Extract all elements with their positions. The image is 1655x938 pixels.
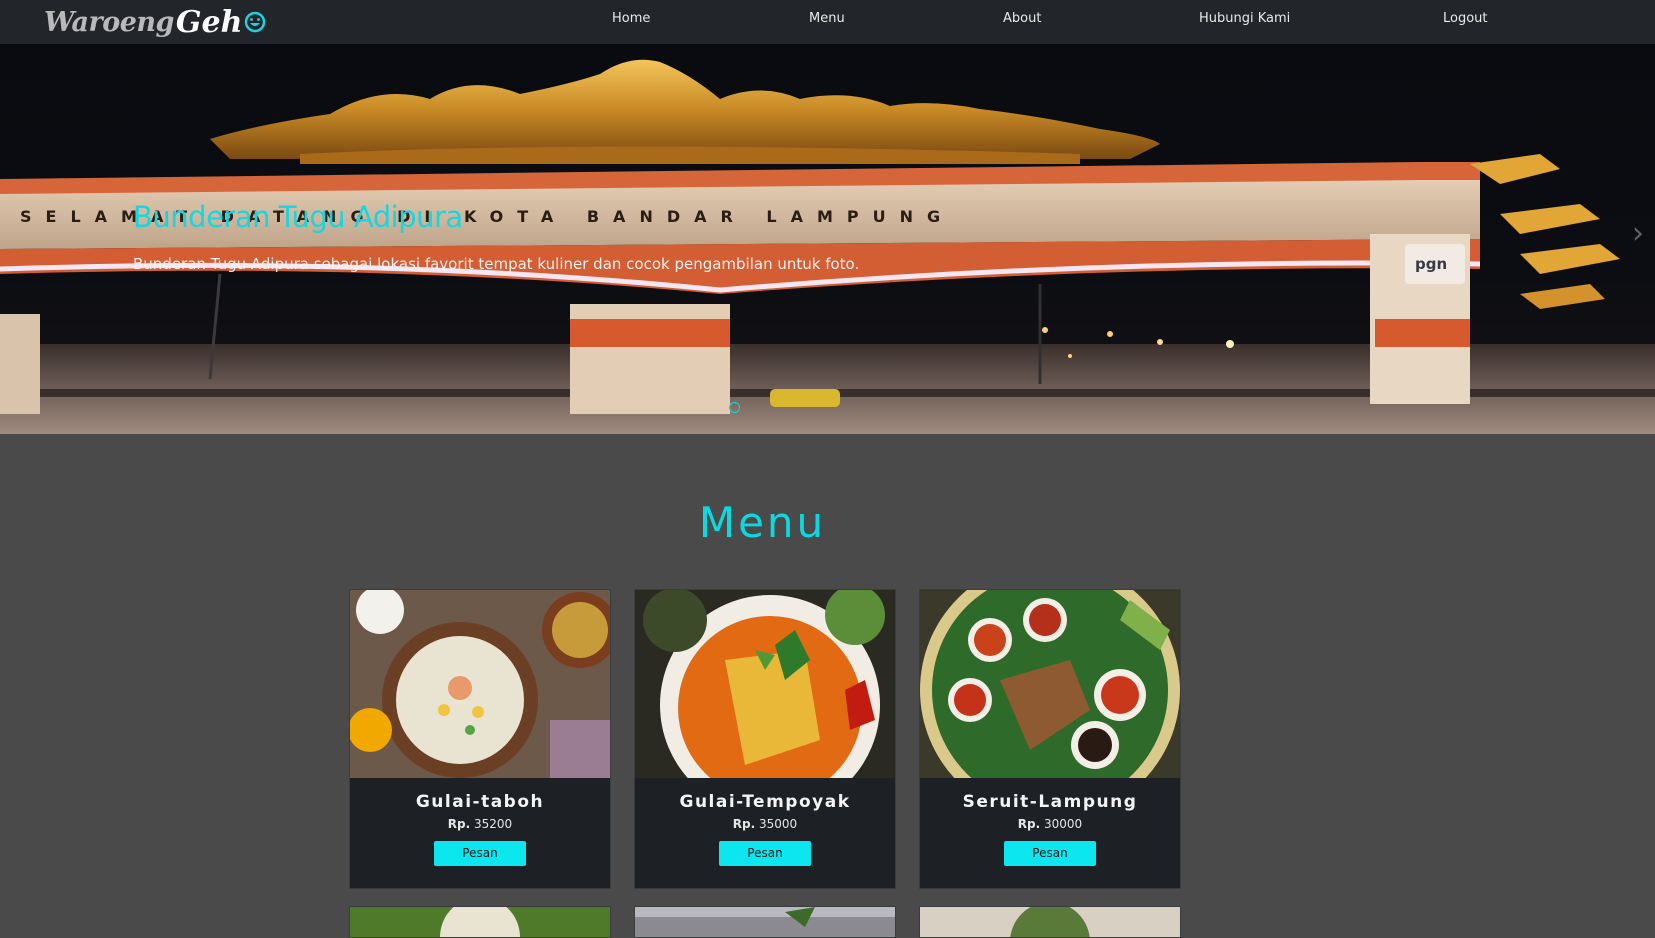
menu-card-partial	[634, 906, 896, 938]
menu-card: Seruit-Lampung Rp. 30000 Pesan	[919, 589, 1181, 889]
nav-about-link[interactable]: About	[1003, 11, 1041, 26]
brand-name-part2: Geh	[175, 4, 243, 40]
price-prefix: Rp.	[1017, 817, 1041, 831]
food-image-partial	[635, 907, 895, 937]
food-image-gulai-tempoyak	[635, 590, 895, 778]
menu-item-name: Gulai-Tempoyak	[679, 792, 851, 812]
hero-carousel: SELAMAT DATANG DI KOTA BANDAR LAMPUNG pg…	[0, 44, 1655, 434]
price-prefix: Rp.	[732, 817, 756, 831]
food-image-partial	[920, 907, 1180, 937]
nav-home-link[interactable]: Home	[612, 11, 650, 26]
menu-card-partial	[349, 906, 611, 938]
navbar: Waroeng Geh Home Menu About Hubungi Kami…	[0, 0, 1655, 44]
menu-card: Gulai-Tempoyak Rp. 35000 Pesan	[634, 589, 896, 889]
brand-logo[interactable]: Waroeng Geh	[44, 2, 266, 42]
pgn-sign: pgn	[1415, 255, 1447, 273]
order-button[interactable]: Pesan	[719, 841, 811, 866]
order-button[interactable]: Pesan	[1004, 841, 1096, 866]
order-button[interactable]: Pesan	[434, 841, 526, 866]
menu-item-name: Seruit-Lampung	[962, 792, 1138, 812]
hero-title: Bunderan Tugu Adipura	[133, 200, 463, 234]
nav-contact-link[interactable]: Hubungi Kami	[1199, 11, 1290, 26]
menu-card-partial	[919, 906, 1181, 938]
nav-logout-link[interactable]: Logout	[1443, 11, 1488, 26]
hero-gate-image: SELAMAT DATANG DI KOTA BANDAR LAMPUNG pg…	[0, 59, 1655, 434]
menu-item-price: Rp. 35200	[350, 817, 610, 831]
food-image-partial	[350, 907, 610, 937]
carousel-next-arrow-icon[interactable]: ›	[1632, 214, 1652, 254]
food-image-gulai-taboh	[350, 590, 610, 778]
menu-item-price: Rp. 35000	[635, 817, 895, 831]
price-value: 35200	[474, 817, 513, 831]
carousel-indicator-dot[interactable]	[729, 402, 740, 413]
menu-item-name: Gulai-taboh	[415, 792, 545, 812]
food-image-seruit-lampung	[920, 590, 1180, 778]
price-value: 30000	[1044, 817, 1083, 831]
menu-item-price: Rp. 30000	[920, 817, 1180, 831]
nav-menu-link[interactable]: Menu	[809, 11, 845, 26]
menu-card: Gulai-taboh Rp. 35200 Pesan	[349, 589, 611, 889]
menu-section-heading: Menu	[698, 498, 827, 547]
brand-name-part1: Waroeng	[44, 6, 174, 38]
smiley-icon	[244, 11, 266, 33]
price-value: 35000	[759, 817, 798, 831]
hero-description: Bunderan Tugu Adipura sebagai lokasi fav…	[133, 255, 860, 273]
price-prefix: Rp.	[447, 817, 471, 831]
